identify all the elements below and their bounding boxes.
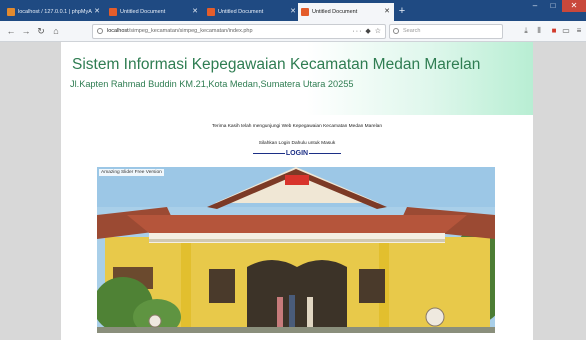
tab-label: localhost / 127.0.0.1 | phpMyA (18, 9, 92, 15)
tab-untitled-1[interactable]: Untitled Document ✕ (106, 3, 202, 21)
phpmyadmin-favicon-icon (7, 8, 15, 16)
document-favicon-icon (207, 8, 215, 16)
page-actions-icon[interactable]: ··· ◆ ☆ (352, 25, 382, 38)
site-header: Sistem Informasi Kepegawaian Kecamatan M… (61, 42, 533, 115)
sidebar-icon[interactable]: ▭ (561, 26, 571, 36)
site-title: Sistem Informasi Kepegawaian Kecamatan M… (72, 56, 481, 73)
close-icon[interactable]: ✕ (192, 3, 198, 21)
close-icon[interactable]: ✕ (290, 3, 296, 21)
divider (252, 152, 285, 154)
login-label: LOGIN (285, 150, 309, 157)
divider (309, 152, 342, 154)
search-placeholder: Search (403, 28, 421, 34)
tab-untitled-2[interactable]: Untitled Document ✕ (204, 3, 300, 21)
library-icon[interactable]: ⫴ (534, 26, 544, 36)
info-icon[interactable] (97, 28, 103, 34)
tab-label: Untitled Document (218, 9, 264, 15)
canopy-trim (149, 239, 445, 242)
tab-untitled-active[interactable]: Untitled Document ✕ (298, 3, 394, 21)
slider-watermark: Amazing Slider Free Version (99, 169, 164, 176)
login-instruction: Silahkan Login Dahulu untuk Masuk (258, 141, 336, 146)
address-bar[interactable]: localhost/simpeg_kecamatan/simpeg_kecama… (92, 24, 386, 39)
browser-tab-strip: localhost / 127.0.0.1 | phpMyA ✕ Untitle… (0, 0, 586, 21)
back-arrow-icon[interactable]: ← (6, 25, 16, 37)
window-controls: – □ ✕ (526, 0, 586, 12)
welcome-text: Terima Kasih telah mengunjungi Web Kepeg… (211, 124, 383, 129)
download-icon[interactable]: ⤓ (521, 26, 531, 36)
reload-icon[interactable]: ↻ (36, 25, 46, 37)
ground (97, 327, 495, 333)
canopy-roof (127, 215, 467, 233)
menu-icon[interactable]: ≡ (574, 26, 584, 36)
tab-phpmyadmin[interactable]: localhost / 127.0.0.1 | phpMyA ✕ (4, 3, 104, 21)
tab-label: Untitled Document (120, 9, 166, 15)
window-right (359, 269, 385, 303)
image-slider[interactable] (97, 167, 495, 333)
url-path: /simpeg_kecamatan/simpeg_kecamatan/index… (128, 28, 253, 34)
person (277, 297, 283, 327)
tab-label: Untitled Document (312, 9, 358, 15)
search-input[interactable]: Search (389, 24, 503, 39)
round-sign (148, 314, 162, 328)
document-favicon-icon (109, 8, 117, 16)
extension-icon[interactable]: ■ (549, 26, 559, 36)
person (289, 295, 295, 327)
close-icon[interactable]: ✕ (384, 3, 390, 21)
round-sign (425, 307, 445, 327)
home-icon[interactable]: ⌂ (51, 25, 61, 37)
person (307, 297, 313, 327)
site-address: Jl.Kapten Rahmad Buddin KM.21,Kota Medan… (70, 79, 354, 89)
document-favicon-icon (301, 8, 309, 16)
window-left (209, 269, 235, 303)
new-tab-button[interactable]: + (395, 3, 409, 19)
search-icon (393, 28, 399, 34)
maximize-icon[interactable]: □ (544, 0, 562, 12)
logo-sign (285, 175, 309, 185)
forward-arrow-icon[interactable]: → (21, 25, 31, 37)
entrance (247, 267, 347, 333)
page-container: Sistem Informasi Kepegawaian Kecamatan M… (61, 42, 533, 340)
window-close-icon[interactable]: ✕ (562, 0, 586, 12)
login-link[interactable]: LOGIN (61, 150, 533, 157)
navigation-toolbar: ← → ↻ ⌂ localhost/simpeg_kecamatan/simpe… (0, 21, 586, 42)
close-icon[interactable]: ✕ (94, 3, 100, 21)
url-host: localhost (107, 28, 129, 34)
column-left (181, 243, 191, 333)
minimize-icon[interactable]: – (526, 0, 544, 12)
